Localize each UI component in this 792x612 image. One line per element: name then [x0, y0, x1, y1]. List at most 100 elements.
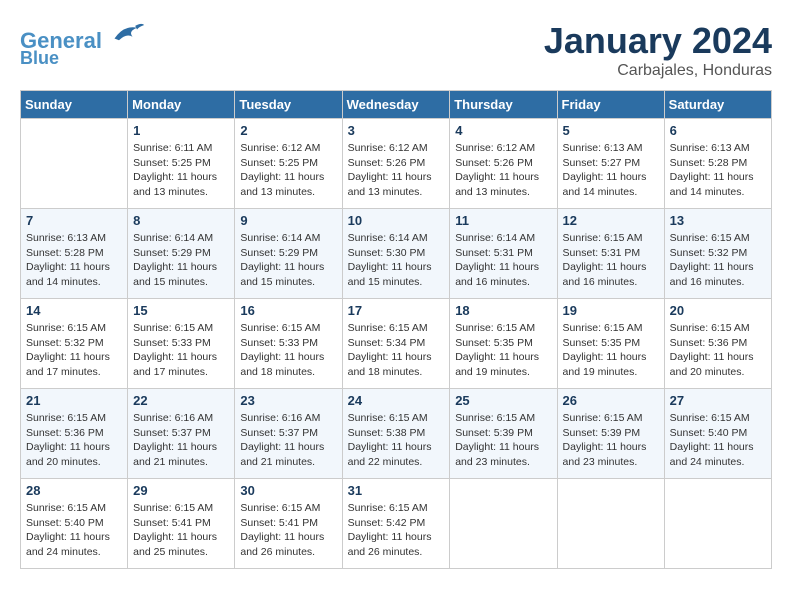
title-block: January 2024 Carbajales, Honduras — [544, 20, 772, 80]
week-row-2: 7Sunrise: 6:13 AM Sunset: 5:28 PM Daylig… — [21, 209, 772, 299]
day-info: Sunrise: 6:12 AM Sunset: 5:25 PM Dayligh… — [240, 141, 336, 200]
day-number: 20 — [670, 303, 766, 318]
day-number: 4 — [455, 123, 551, 138]
day-cell: 16 Sunrise: 6:15 AM Sunset: 5:33 PM Dayli… — [235, 299, 342, 389]
day-info: Sunrise: 6:15 AM Sunset: 5:32 PM Dayligh… — [26, 321, 122, 380]
day-number: 24 — [348, 393, 445, 408]
day-info: Sunrise: 6:13 AM Sunset: 5:28 PM Dayligh… — [670, 141, 766, 200]
logo-bird-icon — [110, 20, 146, 48]
day-info: Sunrise: 6:15 AM Sunset: 5:41 PM Dayligh… — [133, 501, 229, 560]
day-number: 11 — [455, 213, 551, 228]
day-cell: 17 Sunrise: 6:15 AM Sunset: 5:34 PM Dayli… — [342, 299, 450, 389]
col-header-saturday: Saturday — [664, 91, 771, 119]
day-info: Sunrise: 6:15 AM Sunset: 5:36 PM Dayligh… — [26, 411, 122, 470]
day-cell: 26Sunrise: 6:15 AM Sunset: 5:39 PM Dayli… — [557, 389, 664, 479]
day-info: Sunrise: 6:15 AM Sunset: 5:39 PM Dayligh… — [455, 411, 551, 470]
day-number: 3 — [348, 123, 445, 138]
day-number: 9 — [240, 213, 336, 228]
day-number: 8 — [133, 213, 229, 228]
day-cell: 13Sunrise: 6:15 AM Sunset: 5:32 PM Dayli… — [664, 209, 771, 299]
day-cell: 31 Sunrise: 6:15 AM Sunset: 5:42 PM Dayli… — [342, 479, 450, 569]
day-cell: 10 Sunrise: 6:14 AM Sunset: 5:30 PM Dayli… — [342, 209, 450, 299]
col-header-monday: Monday — [128, 91, 235, 119]
week-row-4: 21 Sunrise: 6:15 AM Sunset: 5:36 PM Dayli… — [21, 389, 772, 479]
day-cell: 2 Sunrise: 6:12 AM Sunset: 5:25 PM Daylig… — [235, 119, 342, 209]
col-header-sunday: Sunday — [21, 91, 128, 119]
day-number: 29 — [133, 483, 229, 498]
day-number: 27 — [670, 393, 766, 408]
day-cell: 11 Sunrise: 6:14 AM Sunset: 5:31 PM Dayli… — [450, 209, 557, 299]
day-info: Sunrise: 6:15 AM Sunset: 5:41 PM Dayligh… — [240, 501, 336, 560]
day-cell: 20 Sunrise: 6:15 AM Sunset: 5:36 PM Dayli… — [664, 299, 771, 389]
month-title: January 2024 — [544, 20, 772, 62]
day-number: 19 — [563, 303, 659, 318]
day-info: Sunrise: 6:15 AM Sunset: 5:33 PM Dayligh… — [240, 321, 336, 380]
day-cell: 5 Sunrise: 6:13 AM Sunset: 5:27 PM Daylig… — [557, 119, 664, 209]
day-cell: 1Sunrise: 6:11 AM Sunset: 5:25 PM Daylig… — [128, 119, 235, 209]
day-cell: 27 Sunrise: 6:15 AM Sunset: 5:40 PM Dayli… — [664, 389, 771, 479]
day-number: 25 — [455, 393, 551, 408]
day-number: 23 — [240, 393, 336, 408]
day-number: 22 — [133, 393, 229, 408]
day-info: Sunrise: 6:15 AM Sunset: 5:35 PM Dayligh… — [563, 321, 659, 380]
day-cell: 23Sunrise: 6:16 AM Sunset: 5:37 PM Dayli… — [235, 389, 342, 479]
day-cell: 19 Sunrise: 6:15 AM Sunset: 5:35 PM Dayli… — [557, 299, 664, 389]
day-info: Sunrise: 6:11 AM Sunset: 5:25 PM Dayligh… — [133, 141, 229, 200]
day-cell: 28 Sunrise: 6:15 AM Sunset: 5:40 PM Dayli… — [21, 479, 128, 569]
day-number: 31 — [348, 483, 445, 498]
day-info: Sunrise: 6:14 AM Sunset: 5:29 PM Dayligh… — [240, 231, 336, 290]
day-number: 5 — [563, 123, 659, 138]
col-header-thursday: Thursday — [450, 91, 557, 119]
day-cell: 7Sunrise: 6:13 AM Sunset: 5:28 PM Daylig… — [21, 209, 128, 299]
day-info: Sunrise: 6:14 AM Sunset: 5:31 PM Dayligh… — [455, 231, 551, 290]
day-info: Sunrise: 6:12 AM Sunset: 5:26 PM Dayligh… — [455, 141, 551, 200]
day-info: Sunrise: 6:16 AM Sunset: 5:37 PM Dayligh… — [133, 411, 229, 470]
week-row-1: 1Sunrise: 6:11 AM Sunset: 5:25 PM Daylig… — [21, 119, 772, 209]
day-info: Sunrise: 6:13 AM Sunset: 5:27 PM Dayligh… — [563, 141, 659, 200]
day-cell: 14Sunrise: 6:15 AM Sunset: 5:32 PM Dayli… — [21, 299, 128, 389]
day-number: 16 — [240, 303, 336, 318]
day-number: 21 — [26, 393, 122, 408]
day-cell: 25 Sunrise: 6:15 AM Sunset: 5:39 PM Dayli… — [450, 389, 557, 479]
day-cell: 6 Sunrise: 6:13 AM Sunset: 5:28 PM Daylig… — [664, 119, 771, 209]
calendar-header-row: SundayMondayTuesdayWednesdayThursdayFrid… — [21, 91, 772, 119]
day-cell: 3 Sunrise: 6:12 AM Sunset: 5:26 PM Daylig… — [342, 119, 450, 209]
calendar-table: SundayMondayTuesdayWednesdayThursdayFrid… — [20, 90, 772, 569]
col-header-wednesday: Wednesday — [342, 91, 450, 119]
day-number: 12 — [563, 213, 659, 228]
day-cell: 29 Sunrise: 6:15 AM Sunset: 5:41 PM Dayli… — [128, 479, 235, 569]
week-row-3: 14Sunrise: 6:15 AM Sunset: 5:32 PM Dayli… — [21, 299, 772, 389]
page-header: General Blue January 2024 Carbajales, Ho… — [20, 20, 772, 80]
day-info: Sunrise: 6:14 AM Sunset: 5:29 PM Dayligh… — [133, 231, 229, 290]
day-info: Sunrise: 6:12 AM Sunset: 5:26 PM Dayligh… — [348, 141, 445, 200]
day-info: Sunrise: 6:15 AM Sunset: 5:39 PM Dayligh… — [563, 411, 659, 470]
week-row-5: 28 Sunrise: 6:15 AM Sunset: 5:40 PM Dayli… — [21, 479, 772, 569]
day-cell: 15Sunrise: 6:15 AM Sunset: 5:33 PM Dayli… — [128, 299, 235, 389]
day-info: Sunrise: 6:15 AM Sunset: 5:40 PM Dayligh… — [670, 411, 766, 470]
day-info: Sunrise: 6:15 AM Sunset: 5:40 PM Dayligh… — [26, 501, 122, 560]
col-header-friday: Friday — [557, 91, 664, 119]
day-info: Sunrise: 6:15 AM Sunset: 5:38 PM Dayligh… — [348, 411, 445, 470]
day-number: 2 — [240, 123, 336, 138]
day-info: Sunrise: 6:14 AM Sunset: 5:30 PM Dayligh… — [348, 231, 445, 290]
day-cell: 24 Sunrise: 6:15 AM Sunset: 5:38 PM Dayli… — [342, 389, 450, 479]
day-number: 10 — [348, 213, 445, 228]
day-info: Sunrise: 6:15 AM Sunset: 5:34 PM Dayligh… — [348, 321, 445, 380]
day-info: Sunrise: 6:13 AM Sunset: 5:28 PM Dayligh… — [26, 231, 122, 290]
day-cell: 9 Sunrise: 6:14 AM Sunset: 5:29 PM Daylig… — [235, 209, 342, 299]
day-cell — [21, 119, 128, 209]
day-info: Sunrise: 6:15 AM Sunset: 5:36 PM Dayligh… — [670, 321, 766, 380]
day-number: 13 — [670, 213, 766, 228]
day-cell — [557, 479, 664, 569]
day-number: 28 — [26, 483, 122, 498]
day-cell: 12 Sunrise: 6:15 AM Sunset: 5:31 PM Dayli… — [557, 209, 664, 299]
day-info: Sunrise: 6:15 AM Sunset: 5:31 PM Dayligh… — [563, 231, 659, 290]
col-header-tuesday: Tuesday — [235, 91, 342, 119]
day-cell: 18Sunrise: 6:15 AM Sunset: 5:35 PM Dayli… — [450, 299, 557, 389]
day-info: Sunrise: 6:15 AM Sunset: 5:42 PM Dayligh… — [348, 501, 445, 560]
day-cell — [664, 479, 771, 569]
day-number: 17 — [348, 303, 445, 318]
location: Carbajales, Honduras — [544, 62, 772, 80]
day-number: 6 — [670, 123, 766, 138]
day-cell: 30Sunrise: 6:15 AM Sunset: 5:41 PM Dayli… — [235, 479, 342, 569]
